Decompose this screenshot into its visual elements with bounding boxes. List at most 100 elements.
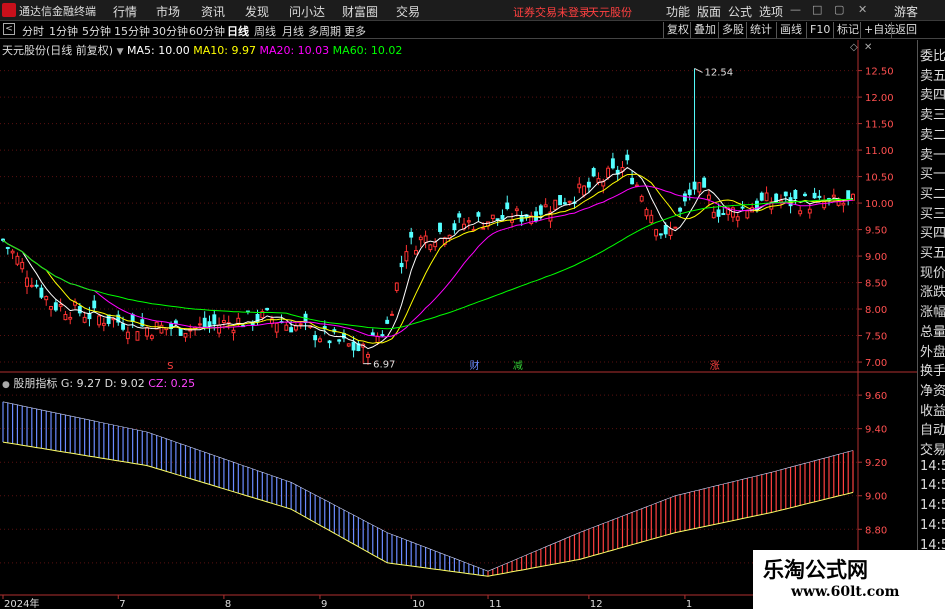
- candle-body-99: [476, 212, 481, 217]
- candle-body-89: [428, 244, 433, 251]
- quote-label-21: 14:56: [920, 458, 945, 474]
- quote-label-13: 涨幅: [920, 305, 945, 321]
- candle-body-131: [630, 177, 635, 185]
- candle-body-139: [668, 228, 673, 236]
- toolbar-button-6[interactable]: 标记: [833, 22, 859, 38]
- period-tab-5[interactable]: 60分钟: [189, 23, 225, 39]
- period-tab-7[interactable]: 周线: [254, 23, 276, 39]
- quote-label-0: 委比: [920, 49, 945, 64]
- toolbar-button-8[interactable]: 返回: [891, 22, 917, 38]
- candle-body-107: [514, 208, 519, 212]
- collapse-icon[interactable]: <: [3, 23, 15, 35]
- toolbar-button-5[interactable]: F10: [806, 22, 830, 38]
- period-tab-8[interactable]: 月线: [282, 23, 304, 39]
- period-tab-2[interactable]: 5分钟: [82, 23, 111, 39]
- quote-label-1: 卖五: [920, 68, 945, 84]
- candle-body-27: [130, 314, 135, 322]
- period-tab-1[interactable]: 1分钟: [49, 23, 78, 39]
- candle-body-133: [639, 195, 644, 202]
- candle-body-103: [495, 218, 500, 221]
- period-tab-4[interactable]: 30分钟: [152, 23, 188, 39]
- candle-body-176: [846, 190, 851, 200]
- minimize-icon[interactable]: —: [790, 3, 801, 16]
- price-tick-label-2: 8.00: [865, 305, 887, 316]
- annotation-label-0: 12.54: [705, 67, 734, 78]
- menu-item-1[interactable]: 市场: [156, 3, 180, 20]
- candle-body-165: [793, 190, 798, 199]
- quote-label-20: 交易: [920, 443, 945, 458]
- menu-item-0[interactable]: 行情: [113, 3, 137, 20]
- panel-close-icon[interactable]: ✕: [864, 42, 872, 53]
- time-tick-label-7: 1: [686, 599, 692, 609]
- ma5-label: MA5: 10.00: [127, 44, 190, 57]
- candle-body-80: [385, 319, 390, 324]
- toolbar-button-2[interactable]: 多股: [718, 22, 744, 38]
- candle-body-26: [125, 331, 130, 340]
- candle-body-135: [649, 214, 654, 224]
- ma10-line: [2, 173, 854, 344]
- candle-body-7: [34, 284, 39, 287]
- price-tick-label-5: 9.50: [865, 226, 887, 237]
- toolbar-button-1[interactable]: 叠加: [690, 22, 716, 38]
- diamond-icon[interactable]: ◇: [850, 42, 858, 53]
- login-notice[interactable]: 证券交易未登录: [513, 4, 590, 20]
- candle-body-18: [87, 313, 92, 320]
- menu-item-5[interactable]: 财富圈: [342, 3, 378, 20]
- candle-body-104: [500, 215, 505, 220]
- stock-notice[interactable]: 天元股份: [588, 4, 632, 20]
- price-tick-label-4: 9.00: [865, 252, 887, 263]
- menu-right-item-1[interactable]: 版面: [697, 3, 721, 20]
- period-tab-9[interactable]: 多周期: [308, 23, 341, 39]
- candle-body-140: [673, 226, 678, 229]
- candle-body-126: [606, 167, 611, 178]
- candle-body-65: [313, 335, 318, 341]
- candle-body-138: [663, 224, 668, 235]
- candle-body-123: [591, 168, 596, 177]
- toolbar-button-3[interactable]: 统计: [746, 22, 772, 38]
- candle-body-137: [658, 233, 663, 236]
- cz-value-label: CZ: 0.25: [148, 377, 196, 390]
- candle-body-44: [212, 314, 217, 325]
- event-marker-1: 财: [470, 359, 480, 372]
- toolbar-button-4[interactable]: 画线: [776, 22, 802, 38]
- toolbar-button-0[interactable]: 复权: [663, 22, 689, 38]
- maximize-icon[interactable]: □: [812, 3, 822, 16]
- indicator-settings-icon[interactable]: ●: [2, 380, 10, 390]
- candle-body-95: [457, 213, 462, 218]
- candle-body-94: [452, 223, 457, 231]
- candle-body-166: [798, 210, 803, 215]
- candle-body-22: [106, 314, 111, 324]
- time-tick-label-1: 7: [119, 599, 125, 609]
- ma20-line: [2, 185, 854, 338]
- toggle-down-icon[interactable]: ▼: [117, 47, 124, 57]
- menu-item-2[interactable]: 资讯: [201, 3, 225, 20]
- quote-label-2: 卖四: [920, 88, 945, 104]
- candle-body-42: [202, 317, 207, 328]
- candle-body-59: [284, 324, 289, 331]
- menu-right-item-0[interactable]: 功能: [666, 3, 690, 20]
- menu-right-item-4[interactable]: 游客: [894, 3, 918, 20]
- restore-icon[interactable]: ▢: [834, 3, 844, 16]
- menu-item-6[interactable]: 交易: [396, 3, 420, 20]
- price-tick-label-9: 11.50: [865, 120, 894, 131]
- toolbar-button-7[interactable]: +自选: [860, 22, 895, 38]
- candle-body-6: [29, 284, 34, 287]
- menu-right-item-2[interactable]: 公式: [728, 3, 752, 20]
- candle-body-2: [10, 250, 15, 254]
- chart-area[interactable]: 7.00 7.50 8.00 8.50 9.00 9.50 10.00 10.50 11.00 1…: [0, 40, 917, 609]
- candle-body-169: [812, 192, 817, 199]
- period-tab-0[interactable]: 分时: [22, 23, 44, 39]
- period-tab-10[interactable]: 更多: [344, 23, 366, 39]
- menu-item-3[interactable]: 发现: [245, 3, 269, 20]
- candle-body-28: [135, 331, 140, 341]
- candle-body-144: [692, 181, 697, 190]
- menu-right-item-3[interactable]: 选项: [759, 3, 783, 20]
- period-tab-3[interactable]: 15分钟: [114, 23, 150, 39]
- candle-body-134: [644, 209, 649, 217]
- menu-item-4[interactable]: 问小达: [289, 3, 325, 20]
- period-tab-6[interactable]: 日线: [227, 23, 249, 39]
- candle-body-30: [145, 327, 150, 337]
- close-icon[interactable]: ✕: [858, 3, 867, 16]
- candle-body-25: [121, 323, 125, 330]
- candle-body-12: [58, 304, 63, 307]
